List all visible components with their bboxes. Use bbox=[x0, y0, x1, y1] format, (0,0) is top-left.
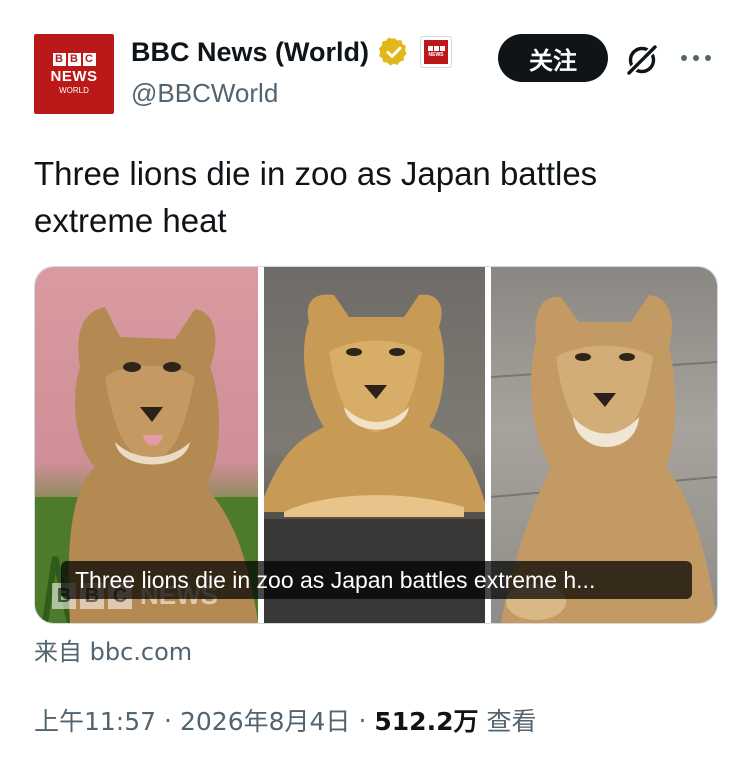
view-label[interactable]: 查看 bbox=[486, 702, 536, 738]
tweet-meta: 上午11:57 · 2026年8月4日 · 512.2万 查看 bbox=[34, 702, 536, 738]
link-source[interactable]: 来自 bbc.com bbox=[34, 632, 192, 667]
tweet-time[interactable]: 上午11:57 bbox=[34, 702, 156, 738]
card-caption[interactable]: Three lions die in zoo as Japan battles … bbox=[61, 561, 692, 599]
link-card[interactable]: B B C NEWS Three lions die in zoo as Jap… bbox=[34, 266, 718, 624]
bbc-block-c: C bbox=[82, 53, 96, 66]
meta-separator: · bbox=[358, 705, 367, 735]
follow-button[interactable]: 关注 bbox=[498, 34, 608, 82]
tweet-text: Three lions die in zoo as Japan battles … bbox=[34, 155, 598, 239]
view-count[interactable]: 512.2万 bbox=[374, 702, 478, 738]
more-icon[interactable] bbox=[676, 48, 716, 68]
verified-badge-icon[interactable] bbox=[378, 36, 410, 68]
bbc-block-b1: B bbox=[52, 53, 66, 66]
grok-icon[interactable] bbox=[622, 40, 662, 80]
display-name[interactable]: BBC News (World) bbox=[131, 37, 369, 68]
bbc-logo: B B C bbox=[52, 53, 96, 66]
account-name-row: BBC News (World) NEWS bbox=[131, 36, 453, 68]
account-handle[interactable]: @BBCWorld bbox=[131, 78, 278, 109]
meta-separator: · bbox=[164, 705, 172, 735]
tweet-date[interactable]: 2026年8月4日 bbox=[180, 702, 350, 738]
avatar-news-text: NEWS bbox=[50, 68, 98, 85]
affiliate-badge-icon[interactable]: NEWS bbox=[420, 36, 453, 68]
bbc-block-b2: B bbox=[67, 53, 81, 66]
avatar-world-text: WORLD bbox=[59, 86, 89, 95]
avatar[interactable]: B B C NEWS WORLD bbox=[34, 34, 114, 114]
